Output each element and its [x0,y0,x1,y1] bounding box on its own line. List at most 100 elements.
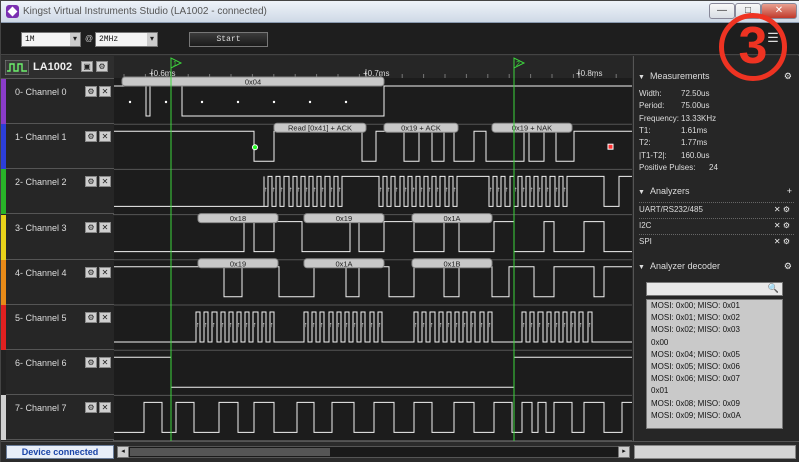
channel-close-button[interactable]: ✕ [99,131,111,143]
scroll-left-button[interactable]: ◂ [117,446,129,458]
clock-edge-marker: ↑ [471,322,475,329]
channel-label: 4- Channel 4 [15,267,67,278]
horizontal-scrollbar[interactable] [117,446,630,458]
clock-edge-marker: ↑ [563,322,567,329]
channel-row[interactable]: 1- Channel 1 ⚙ ✕ [1,124,114,170]
channel-row[interactable]: 6- Channel 6 ⚙ ✕ [1,350,114,396]
channel-row[interactable]: 7- Channel 7 ⚙ ✕ [1,395,114,441]
channel-settings-button[interactable]: ⚙ [85,221,97,233]
decoder-item[interactable]: MOSI: 0x06; MISO: 0x07 [647,373,782,385]
channel-settings-button[interactable]: ⚙ [85,176,97,188]
clock-edge-marker: ↑ [547,322,551,329]
scrollbar-thumb[interactable] [130,448,330,456]
decoder-item[interactable]: MOSI: 0x01; MISO: 0x02 [647,312,782,324]
clock-edge-marker: ↑ [538,186,542,193]
measurements-gear-icon[interactable]: ⚙ [784,71,792,82]
clock-edge-marker: ↑ [455,322,459,329]
channel-settings-button[interactable]: ⚙ [85,131,97,143]
clock-edge-marker: ↑ [579,322,583,329]
clock-edge-marker: ↑ [428,186,432,193]
channel-row[interactable]: 2- Channel 2 ⚙ ✕ [1,169,114,215]
measurement-value: 1.77ms [681,138,708,148]
clock-edge-marker: ↑ [563,186,567,193]
channel-close-button[interactable]: ✕ [99,86,111,97]
decoder-item[interactable]: MOSI: 0x05; MISO: 0x06 [647,361,782,373]
channel-label: 0- Channel 0 [15,87,67,97]
channel-settings-button[interactable]: ⚙ [85,266,97,278]
sample-rate-select[interactable]: 2MHz [95,32,158,47]
ch3-decode-label: 0x1A [443,214,460,223]
clock-edge-marker: ↑ [297,186,301,193]
clock-edge-marker: ↑ [305,186,309,193]
clock-edge-marker: ↑ [497,186,501,193]
waveform-area[interactable]: +0.6ms +0.7ms +0.8ms ↑ ↑ ↑ ↑ ↑ ↑ ↑ ↑ ↑ ↑ ↑ ↑ ↑ ↑ ↑ ↑ ↑ ↑ ↑ ↑ ↑ ↑… [114,56,632,441]
clock-edge-marker: ↑ [345,322,349,329]
channel-settings-button[interactable]: ⚙ [85,402,97,414]
channel-close-button[interactable]: ✕ [99,312,111,323]
channel-settings-button[interactable]: ⚙ [85,357,97,369]
decoder-header[interactable]: ▼ Analyzer decoder ⚙ [638,261,798,274]
search-icon: 🔍 [767,283,779,293]
clock-edge-marker: ↑ [522,186,526,193]
sample-depth-select[interactable]: 1M [21,32,81,47]
decoder-list[interactable]: MOSI: 0x00; MISO: 0x01 MOSI: 0x01; MISO: … [646,299,783,429]
clock-edge-marker: ↑ [312,322,316,329]
device-gear-button[interactable]: ⚙ [96,61,108,72]
channel-row[interactable]: 4- Channel 4 ⚙ ✕ [1,259,114,305]
decoder-gear-icon[interactable]: ⚙ [784,261,792,272]
channel-settings-button[interactable]: ⚙ [85,312,97,323]
channel-row[interactable]: 5- Channel 5 ⚙ ✕ [1,305,114,350]
analyzer-settings-icon[interactable]: ✕ ⚙ [774,237,790,246]
channel-settings-button[interactable]: ⚙ [85,86,97,97]
waveform-canvas[interactable]: +0.6ms +0.7ms +0.8ms↑ ↑ ↑ ↑ ↑ ↑ ↑ ↑ ↑ ↑ ↑ ↑ ↑ ↑ ↑ ↑ ↑ ↑ ↑ ↑ ↑ ↑… [114,56,632,441]
channel-row[interactable]: 0- Channel 0 ⚙ ✕ [1,79,114,124]
channel-close-button[interactable]: ✕ [99,266,111,278]
channel-signal [114,266,632,298]
measurements-title: Measurements [649,71,710,81]
clock-edge-marker: ↑ [337,322,341,329]
cursor-1-label: 1 [173,61,177,68]
analyzers-title: Analyzers [649,186,690,196]
clock-edge-marker: ↑ [522,322,526,329]
add-analyzer-icon[interactable]: + [787,186,792,196]
channel-close-button[interactable]: ✕ [99,357,111,369]
decoder-item[interactable]: 0x01 [647,385,782,397]
channel-close-button[interactable]: ✕ [99,402,111,414]
decoder-item[interactable]: MOSI: 0x09; MISO: 0x0A [647,410,782,422]
decoder-item[interactable]: MOSI: 0x02; MISO: 0x03 [647,324,782,336]
channel-color-swatch [1,214,6,260]
clock-edge-marker: ↑ [514,186,518,193]
measurement-key: |T1-T2|: [639,150,667,160]
measurement-value: 24 [709,162,718,172]
start-button[interactable]: Start [189,32,268,47]
clock-edge-marker: ↑ [304,322,308,329]
decoder-item[interactable]: MOSI: 0x00; MISO: 0x01 [647,300,782,312]
clock-edge-marker: ↑ [505,186,509,193]
scroll-right-button[interactable]: ▸ [618,446,630,458]
analyzer-settings-icon[interactable]: ✕ ⚙ [774,205,790,214]
decoder-item[interactable]: MOSI: 0x04; MISO: 0x05 [647,349,782,361]
sample-dot [128,100,132,104]
channel-close-button[interactable]: ✕ [99,221,111,233]
channel-row[interactable]: 3- Channel 3 ⚙ ✕ [1,214,114,260]
analyzer-item[interactable]: I2C ✕ ⚙ [639,218,794,230]
analyzer-item[interactable]: UART/RS232/485 ✕ ⚙ [639,202,794,214]
minimize-button[interactable]: — [709,3,735,19]
decoder-item[interactable]: MOSI: 0x08; MISO: 0x09 [647,398,782,410]
decoder-item[interactable]: 0x00 [647,337,782,349]
clock-edge-marker: ↑ [489,186,493,193]
title-bar: Kingst Virtual Instruments Studio (LA100… [1,1,799,23]
decoder-search-input[interactable]: 🔍 [646,282,783,296]
analyzer-item[interactable]: SPI ✕ ⚙ [639,234,794,246]
analyzers-header[interactable]: ▼ Analyzers + [638,186,798,199]
channel-color-swatch [1,124,6,170]
clock-edge-marker: ↑ [430,322,434,329]
device-settings-button[interactable]: ▣ [81,61,93,72]
channel-signal [114,356,632,388]
analyzer-settings-icon[interactable]: ✕ ⚙ [774,221,790,230]
measurement-row: Frequency: 13.33KHz [639,114,794,123]
channel-close-button[interactable]: ✕ [99,176,111,188]
clock-edge-marker: ↑ [378,322,382,329]
side-panel: ▼ Measurements ⚙ Width: 72.50us Period: 75.0… [633,56,799,441]
clock-edge-marker: ↑ [530,186,534,193]
